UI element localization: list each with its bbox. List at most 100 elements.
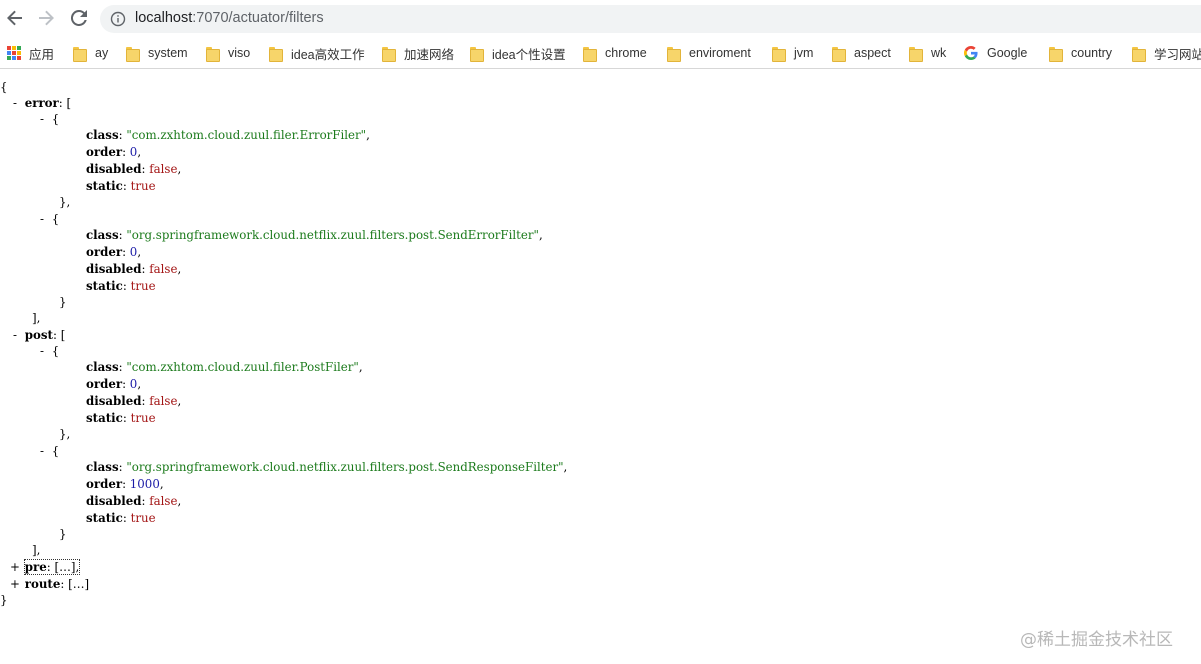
forward-button[interactable]: [35, 7, 57, 29]
json-bool-value: false: [149, 394, 178, 408]
json-key: order: [86, 245, 123, 259]
json-object-close: }: [59, 295, 67, 309]
google-icon: [964, 46, 978, 60]
bookmark-label: 学习网站: [1154, 47, 1201, 62]
json-object-close: }: [59, 527, 67, 541]
json-object-toggle: - {: [36, 343, 59, 360]
json-key: static: [86, 511, 123, 525]
json-key: order: [86, 377, 123, 391]
bookmark-apps[interactable]: 应用: [7, 44, 54, 62]
json-section-post: - post: [: [9, 327, 65, 344]
json-object-toggle: - {: [36, 111, 59, 128]
collapse-toggle[interactable]: -: [9, 95, 21, 112]
bookmark-label: chrome: [605, 46, 647, 60]
collapse-toggle[interactable]: -: [9, 327, 21, 344]
json-key: post: [24, 328, 53, 342]
json-row: order: 1000,: [86, 477, 164, 491]
bookmark-idea-efficient[interactable]: idea高效工作: [269, 44, 365, 62]
json-bool-value: true: [130, 279, 156, 293]
json-row: disabled: false,: [86, 494, 182, 508]
json-row: disabled: false,: [86, 162, 182, 176]
json-bool-value: false: [149, 262, 178, 276]
bookmark-label: country: [1071, 46, 1112, 60]
url-host: localhost: [135, 10, 193, 26]
json-section-error: - error: [: [9, 95, 71, 112]
json-root-close: }: [0, 593, 8, 607]
json-key: disabled: [86, 162, 142, 176]
bookmark-label: ay: [95, 46, 109, 60]
url-text[interactable]: localhost:7070/actuator/filters: [135, 10, 324, 26]
bookmark-chrome[interactable]: chrome: [583, 44, 647, 62]
back-button[interactable]: [4, 7, 26, 29]
json-array-close: ],: [32, 311, 41, 325]
bookmark-label: viso: [228, 46, 251, 60]
address-bar[interactable]: localhost:7070/actuator/filters: [100, 5, 1201, 33]
json-row: disabled: false,: [86, 394, 182, 408]
json-collapsed-pre[interactable]: pre: […],: [23, 559, 81, 575]
back-arrow-icon: [7, 10, 22, 26]
json-object-close: },: [59, 427, 71, 441]
json-key: static: [86, 279, 123, 293]
bookmark-study-sites[interactable]: 学习网站: [1132, 44, 1201, 62]
browser-toolbar: localhost:7070/actuator/filters: [0, 0, 1201, 38]
apps-grid-icon: [7, 46, 21, 60]
json-string-value: "org.springframework.cloud.netflix.zuul.…: [126, 460, 564, 474]
json-row: static: true: [86, 411, 156, 425]
site-info-icon[interactable]: [110, 11, 126, 27]
folder-icon: [1132, 46, 1146, 62]
bookmark-enviroment[interactable]: enviroment: [667, 44, 751, 62]
json-object-toggle: - {: [36, 443, 59, 460]
json-section-route: + route: […]: [9, 576, 89, 593]
bookmark-label: enviroment: [689, 46, 751, 60]
json-key: order: [86, 477, 123, 491]
bookmark-viso[interactable]: viso: [206, 44, 250, 62]
bookmark-label: system: [148, 46, 188, 60]
json-string-value: "com.zxhtom.cloud.zuul.filer.PostFiler": [126, 360, 359, 374]
json-collapsed-route[interactable]: route: […]: [25, 577, 89, 591]
folder-icon: [206, 46, 220, 62]
collapse-toggle[interactable]: -: [36, 211, 48, 228]
json-key: error: [24, 96, 59, 110]
bookmark-wk[interactable]: wk: [909, 44, 946, 62]
collapse-toggle[interactable]: -: [36, 443, 48, 460]
collapse-toggle[interactable]: -: [36, 343, 48, 360]
bookmark-system[interactable]: system: [126, 44, 188, 62]
bookmark-country[interactable]: country: [1049, 44, 1112, 62]
bookmark-network[interactable]: 加速网络: [382, 44, 454, 62]
json-bool-value: false: [149, 162, 178, 176]
json-bool-value: true: [130, 411, 156, 425]
json-key: static: [86, 179, 123, 193]
json-key: class: [86, 128, 119, 142]
json-key: pre: [24, 560, 47, 574]
bookmark-idea-settings[interactable]: idea个性设置: [470, 44, 566, 62]
json-root-open: {: [0, 80, 8, 94]
reload-icon: [71, 10, 87, 26]
expand-toggle[interactable]: +: [9, 576, 21, 593]
json-key: route: [24, 577, 61, 591]
json-row: disabled: false,: [86, 262, 182, 276]
json-key: disabled: [86, 494, 142, 508]
reload-button[interactable]: [68, 7, 90, 29]
bookmark-ay[interactable]: ay: [73, 44, 108, 62]
bookmark-google[interactable]: Google: [964, 44, 1027, 62]
collapse-toggle[interactable]: -: [36, 111, 48, 128]
watermark: @稀土掘金技术社区: [1020, 630, 1173, 650]
json-key: disabled: [86, 262, 142, 276]
json-row: class: "org.springframework.cloud.netfli…: [86, 460, 568, 474]
expand-toggle[interactable]: +: [9, 559, 21, 576]
json-row: class: "com.zxhtom.cloud.zuul.filer.Post…: [86, 360, 363, 374]
json-bool-value: true: [130, 179, 156, 193]
folder-icon: [269, 46, 283, 62]
folder-icon: [832, 46, 846, 62]
bookmark-aspect[interactable]: aspect: [832, 44, 891, 62]
url-path: :7070/actuator/filters: [192, 10, 324, 26]
folder-icon: [470, 46, 484, 62]
json-bool-value: false: [149, 494, 178, 508]
folder-icon: [73, 46, 87, 62]
json-key: order: [86, 145, 123, 159]
json-row: class: "com.zxhtom.cloud.zuul.filer.Erro…: [86, 128, 370, 142]
bookmark-jvm[interactable]: jvm: [772, 44, 813, 62]
bookmark-label: idea高效工作: [291, 47, 365, 62]
folder-icon: [126, 46, 140, 62]
forward-arrow-icon: [39, 10, 54, 26]
